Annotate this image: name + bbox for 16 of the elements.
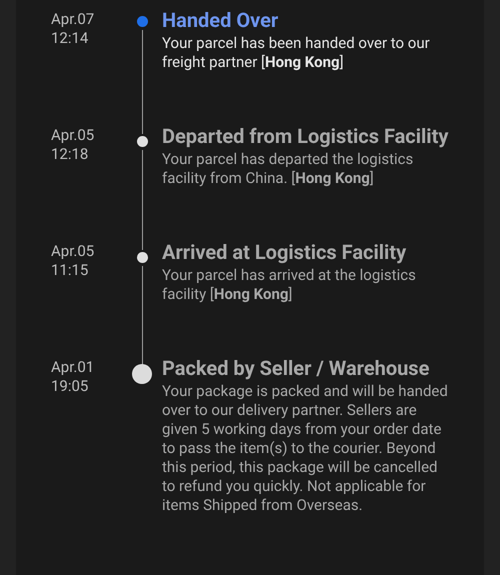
event-description: Your parcel has arrived at the logistics facility [Hong Kong]: [162, 266, 417, 304]
event-time: 11:15: [51, 261, 90, 280]
event-title: Departed from Logistics Facility: [162, 124, 450, 148]
event-time: 12:18: [51, 145, 90, 164]
event-title: Arrived at Logistics Facility: [162, 240, 408, 264]
event-time: 12:14: [51, 29, 90, 48]
event-description: Your parcel has been handed over to our freight partner [Hong Kong]: [162, 34, 431, 72]
event-date: Apr.05: [51, 242, 96, 261]
event-title: Handed Over: [162, 8, 280, 32]
event-date: Apr.01: [51, 358, 96, 377]
event-description: Your package is packed and will be handed over to our delivery partner. Sellers are given 5 working days from your order date to pass the item(s) to the courier. Beyond this period, this package will be cancelled to refund you quickly. Not applicable for items Shipped from Overseas.: [162, 382, 449, 515]
event-description: Your parcel has departed the logistics facility from China. [Hong Kong]: [162, 150, 414, 188]
event-time: 19:05: [51, 377, 90, 396]
event-date: Apr.05: [51, 126, 96, 145]
event-date: Apr.07: [51, 10, 96, 29]
event-title: Packed by Seller / Warehouse: [162, 356, 430, 380]
